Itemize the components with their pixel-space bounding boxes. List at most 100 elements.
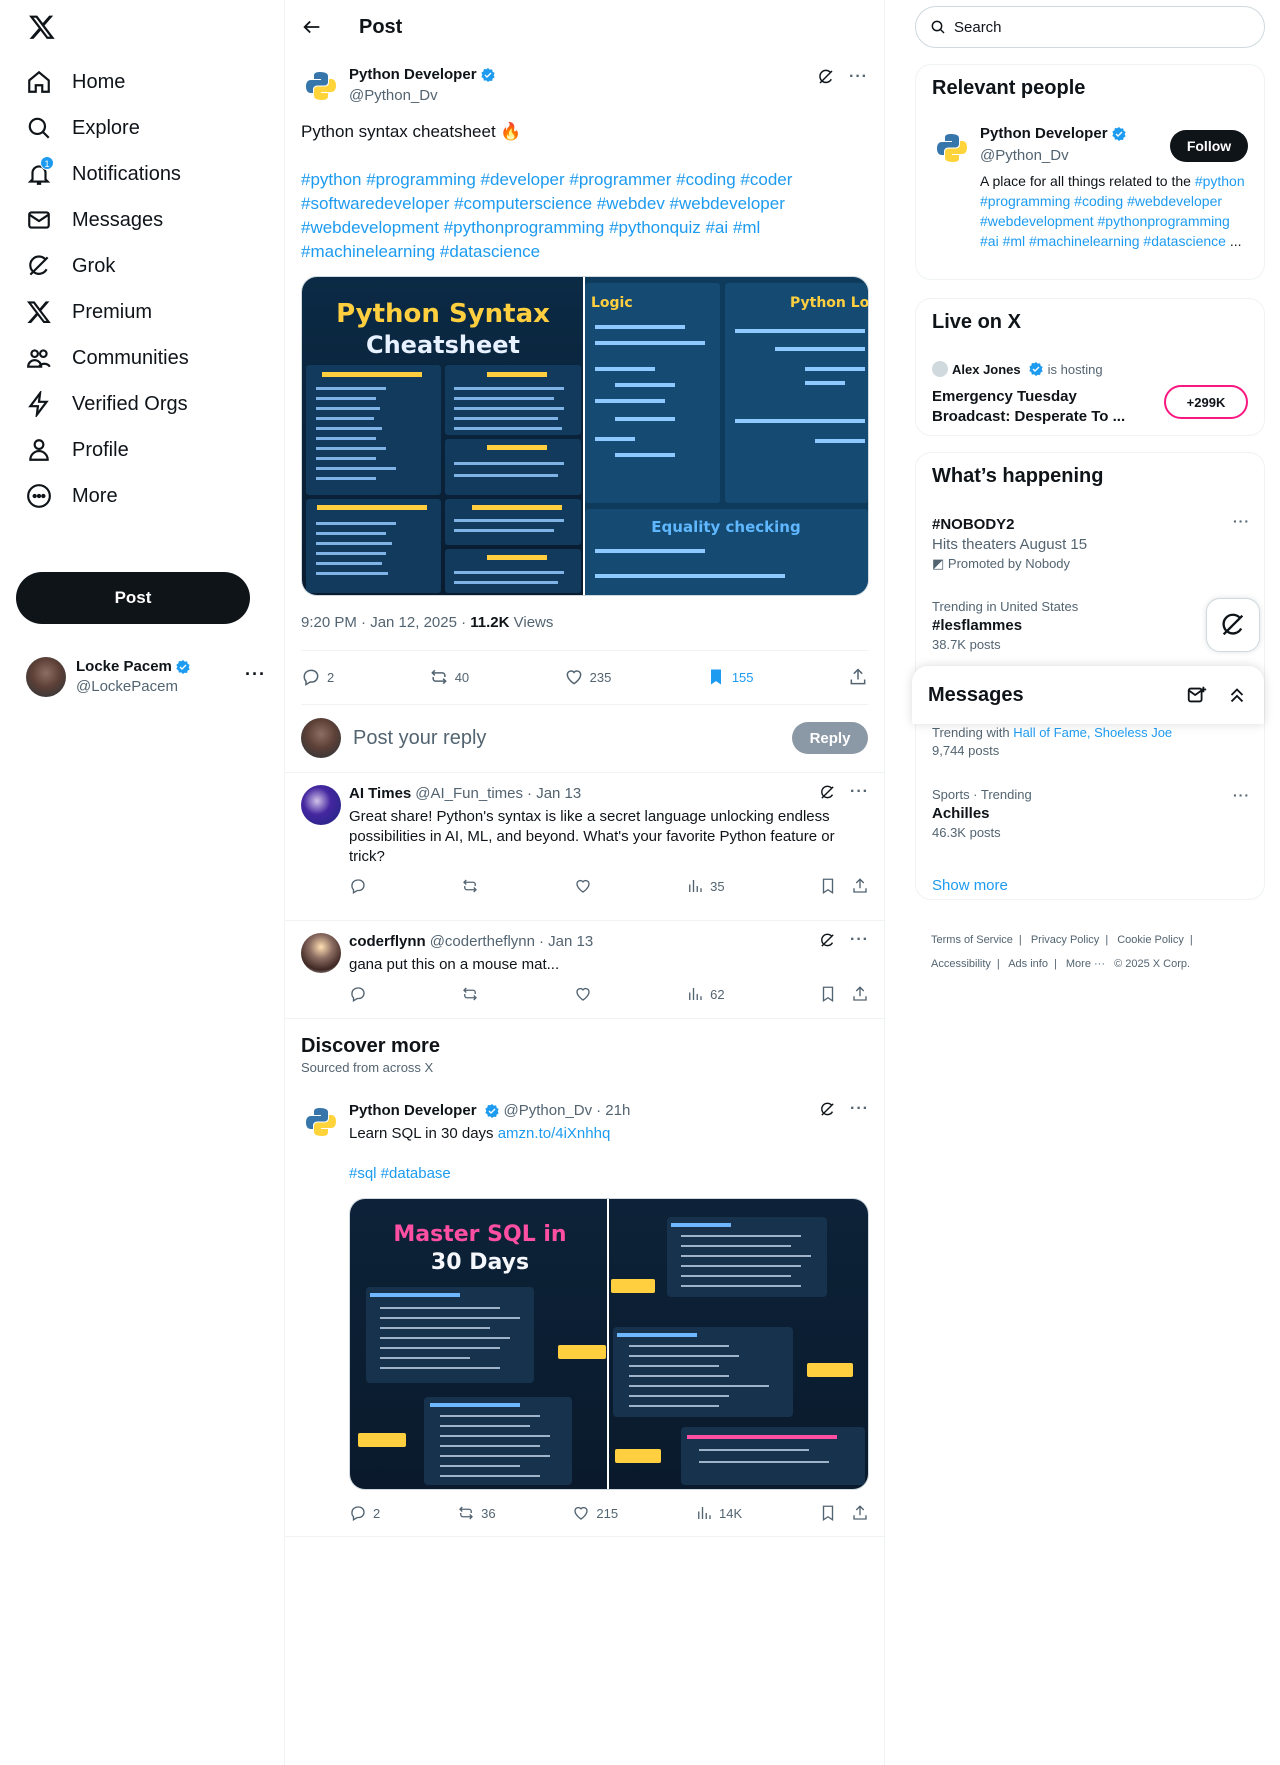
like-action[interactable]: 215 (572, 1504, 618, 1522)
reply-author-name[interactable]: AI Times (349, 785, 411, 802)
more-dots-icon[interactable]: ··· (850, 783, 869, 801)
like-action[interactable] (574, 985, 592, 1003)
x-logo-icon[interactable] (28, 13, 56, 41)
reply-tweet[interactable]: coderflynn @codertheflynn · Jan 13 ··· gan… (285, 920, 885, 1018)
discover-tweet[interactable]: Python Developer @Python_Dv · 21h ··· Lea… (285, 1090, 885, 1530)
reply-action[interactable] (349, 985, 367, 1003)
chevron-double-up-icon[interactable] (1226, 684, 1248, 706)
share-action[interactable] (848, 667, 868, 687)
nav-premium[interactable]: Premium (26, 290, 152, 334)
reply-action[interactable]: 2 (301, 667, 334, 687)
more-dots-icon[interactable]: ··· (1233, 787, 1250, 803)
bookmark-icon[interactable] (819, 1504, 837, 1522)
nav-profile[interactable]: Profile (26, 428, 129, 472)
nav-home[interactable]: Home (26, 60, 125, 104)
relevant-name[interactable]: Python Developer (980, 125, 1108, 142)
bookmark-action[interactable]: 155 (706, 667, 754, 687)
live-event-title[interactable]: Emergency Tuesday Broadcast: Desperate T… (932, 387, 1142, 427)
nav-notifications[interactable]: 1 Notifications (26, 152, 181, 196)
reply-author-handle[interactable]: @AI_Fun_times (415, 785, 523, 802)
python-logo-avatar[interactable] (301, 1102, 341, 1142)
nav-communities[interactable]: Communities (26, 336, 189, 380)
reply-author-name[interactable]: coderflynn (349, 933, 426, 950)
share-icon[interactable] (851, 1504, 869, 1522)
account-switcher[interactable]: Locke Pacem @LockePacem ··· (26, 654, 266, 700)
grok-icon[interactable] (819, 784, 836, 801)
views-action[interactable]: 62 (686, 985, 725, 1003)
new-message-icon[interactable] (1186, 684, 1208, 706)
grok-icon[interactable] (817, 68, 835, 86)
reply-tweet[interactable]: AI Times @AI_Fun_times · Jan 13 ··· Great … (285, 772, 885, 906)
discover-media[interactable]: Master SQL in 30 Days (349, 1198, 869, 1490)
live-listeners-pill[interactable]: +299K (1164, 385, 1248, 419)
repost-action[interactable] (461, 877, 479, 895)
like-action[interactable]: 235 (564, 667, 611, 687)
reply-date[interactable]: · Jan 13 (539, 933, 593, 950)
nav-more[interactable]: More (26, 474, 118, 518)
sql-image-left[interactable]: Master SQL in 30 Days (350, 1199, 609, 1489)
post-author-handle[interactable]: @Python_Dv (349, 87, 438, 104)
trend-item[interactable]: Trending with Hall of Fame, Shoeless Joe… (932, 725, 1250, 758)
discover-author-name[interactable]: Python Developer (349, 1102, 477, 1119)
discover-date[interactable]: · 21h (596, 1102, 630, 1119)
post-author-name[interactable]: Python Developer (349, 66, 477, 83)
views-action[interactable]: 14K (695, 1504, 742, 1522)
discover-tags[interactable]: #sql #database (349, 1164, 869, 1184)
show-more-link[interactable]: Show more (932, 877, 1008, 894)
nav-messages[interactable]: Messages (26, 198, 163, 242)
reply-button[interactable]: Reply (792, 722, 868, 754)
reply-input[interactable]: Post your reply (353, 727, 486, 750)
nav-grok[interactable]: Grok (26, 244, 115, 288)
discover-link[interactable]: amzn.to/4iXnhhq (498, 1125, 611, 1142)
trend-item[interactable]: #NOBODY2 Hits theaters August 15 ◩ Promo… (932, 513, 1250, 572)
more-dots-icon[interactable]: ··· (850, 931, 869, 949)
share-icon[interactable] (851, 877, 869, 895)
nav-explore[interactable]: Explore (26, 106, 140, 150)
trend-item[interactable]: Trending in United States #lesflammes 38… (932, 599, 1250, 652)
post-button[interactable]: Post (16, 572, 250, 624)
cheatsheet-image-left[interactable]: Python Syntax Cheatsheet (302, 277, 585, 595)
reply-author-handle[interactable]: @codertheflynn (430, 933, 535, 950)
reply-action[interactable] (349, 877, 367, 895)
grok-icon[interactable] (819, 1101, 836, 1118)
avatar[interactable] (301, 785, 341, 825)
footer-more[interactable]: More ··· (1066, 958, 1105, 970)
python-logo-avatar[interactable] (932, 128, 972, 168)
more-dots-icon[interactable]: ··· (850, 1100, 869, 1118)
nav-verified-orgs[interactable]: Verified Orgs (26, 382, 188, 426)
trend-item[interactable]: Sports · Trending Achilles 46.3K posts ·… (932, 787, 1250, 840)
sql-image-right[interactable] (609, 1199, 868, 1489)
reply-action[interactable]: 2 (349, 1504, 380, 1522)
footer-ads-info[interactable]: Ads info (1008, 958, 1048, 970)
more-dots-icon[interactable]: ··· (245, 664, 266, 685)
messages-drawer[interactable]: Messages (912, 666, 1264, 724)
footer-terms[interactable]: Terms of Service (931, 934, 1013, 946)
trend-with[interactable]: Hall of Fame, Shoeless Joe (1013, 725, 1172, 740)
reply-date[interactable]: · Jan 13 (527, 785, 581, 802)
footer-cookie[interactable]: Cookie Policy (1117, 934, 1184, 946)
repost-action[interactable] (461, 985, 479, 1003)
share-icon[interactable] (851, 985, 869, 1003)
repost-action[interactable]: 40 (429, 667, 469, 687)
footer-accessibility[interactable]: Accessibility (931, 958, 991, 970)
grok-icon[interactable] (819, 932, 836, 949)
like-action[interactable] (574, 877, 592, 895)
footer-privacy[interactable]: Privacy Policy (1031, 934, 1099, 946)
avatar[interactable] (301, 933, 341, 973)
back-arrow-icon[interactable] (301, 16, 323, 38)
bookmark-icon[interactable] (819, 985, 837, 1003)
discover-author-handle[interactable]: @Python_Dv (504, 1102, 593, 1119)
search-input[interactable]: Search (915, 6, 1265, 48)
views-action[interactable]: 35 (686, 877, 725, 895)
post-media[interactable]: Python Syntax Cheatsheet Logic Python L … (301, 276, 869, 596)
cheatsheet-image-right[interactable]: Logic Python Loo Equality checking (585, 277, 868, 595)
live-host[interactable]: Alex Jones is hosting (932, 361, 1103, 377)
post-hashtags[interactable]: #python #programming #developer #program… (301, 168, 869, 264)
follow-button[interactable]: Follow (1170, 130, 1248, 162)
more-dots-icon[interactable]: ··· (849, 68, 868, 86)
grok-floating-button[interactable] (1206, 598, 1260, 652)
more-dots-icon[interactable]: ··· (1233, 513, 1250, 529)
bookmark-icon[interactable] (819, 877, 837, 895)
relevant-handle[interactable]: @Python_Dv (980, 147, 1069, 164)
repost-action[interactable]: 36 (457, 1504, 496, 1522)
